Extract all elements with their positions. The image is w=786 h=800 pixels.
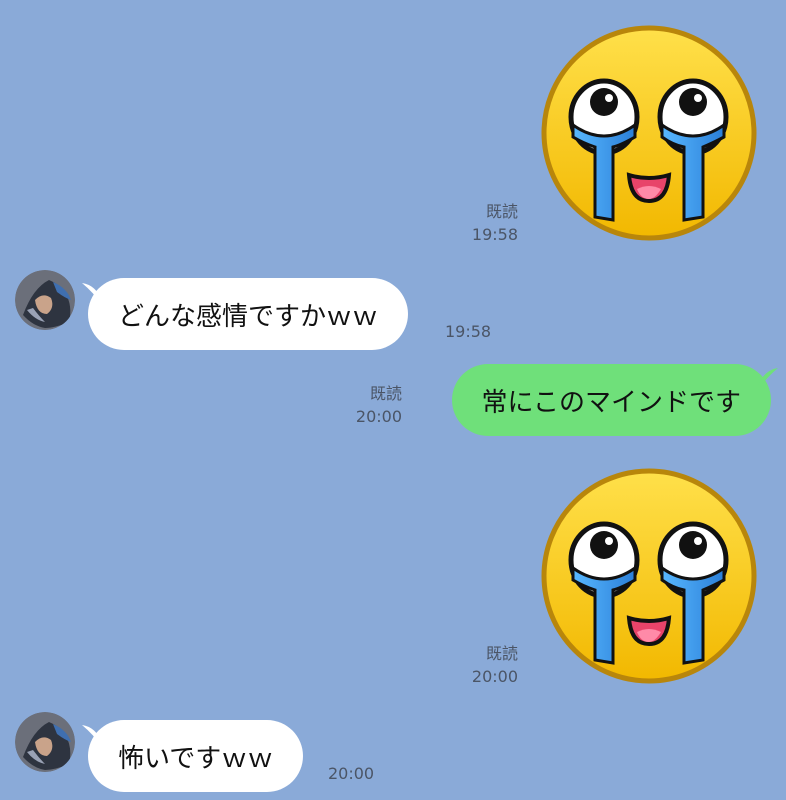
read-receipt: 既読 — [485, 202, 518, 221]
avatar[interactable] — [15, 712, 75, 772]
timestamp: 20:00 — [471, 667, 518, 686]
message-text: どんな感情ですかｗｗ — [118, 301, 379, 332]
message-text: 常にこのマインドです — [481, 387, 741, 418]
timestamp: 19:58 — [471, 225, 518, 244]
crying-laughing-face-sticker — [541, 25, 757, 241]
avatar[interactable] — [15, 270, 75, 330]
message-bubble[interactable]: どんな感情ですかｗｗ — [88, 278, 409, 350]
sticker-message[interactable] — [541, 25, 757, 241]
read-receipt: 既読 — [485, 644, 518, 663]
message-meta: 既読 20:00 — [472, 642, 518, 688]
message-meta: 既読 19:58 — [472, 200, 518, 246]
timestamp: 19:58 — [445, 322, 492, 341]
message-bubble[interactable]: 常にこのマインドです — [451, 364, 771, 436]
timestamp: 20:00 — [328, 764, 375, 783]
message-meta: 既読 20:00 — [356, 382, 402, 428]
bubble-tail — [758, 368, 778, 390]
crying-laughing-face-sticker — [541, 468, 757, 684]
message-text: 怖いですｗｗ — [118, 743, 274, 774]
sticker-message[interactable] — [541, 468, 757, 684]
message-bubble[interactable]: 怖いですｗｗ — [88, 720, 304, 792]
timestamp: 20:00 — [355, 407, 402, 426]
read-receipt: 既読 — [369, 384, 402, 403]
